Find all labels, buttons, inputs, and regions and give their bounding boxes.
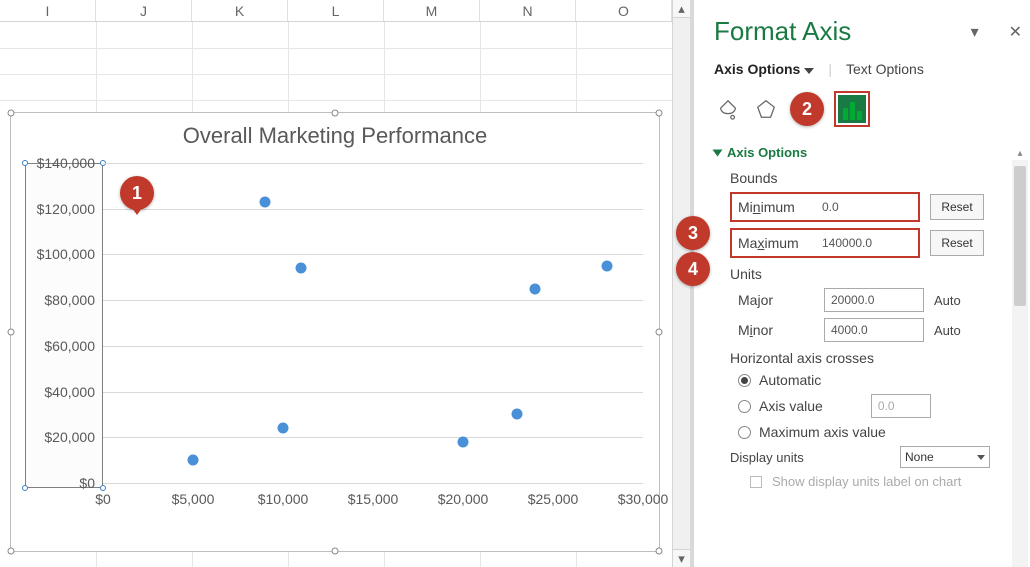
display-units-label: Display units (730, 450, 804, 465)
data-point[interactable] (512, 409, 523, 420)
axis-value-input[interactable] (871, 394, 931, 418)
y-tick-label: $120,000 (37, 201, 95, 217)
fill-line-icon[interactable] (714, 95, 742, 123)
haxis-crosses-label: Horizontal axis crosses (730, 350, 1020, 366)
reset-maximum-button[interactable]: Reset (930, 230, 984, 256)
x-tick-label: $5,000 (172, 491, 215, 507)
minor-auto: Auto (934, 323, 988, 338)
minor-input[interactable] (824, 318, 924, 342)
y-tick-label: $20,000 (44, 429, 95, 445)
scroll-up-icon[interactable]: ▴ (673, 0, 690, 18)
x-tick-label: $0 (95, 491, 111, 507)
annotation-1: 1 (120, 176, 154, 210)
radio-automatic[interactable]: Automatic (738, 372, 1020, 388)
radio-icon (738, 400, 751, 413)
data-point[interactable] (296, 263, 307, 274)
y-tick-label: $80,000 (44, 292, 95, 308)
chart-object[interactable]: Overall Marketing Performance $0$20,000$… (10, 112, 660, 552)
effects-icon[interactable] (752, 95, 780, 123)
pane-close-icon[interactable]: ✕ (1009, 22, 1022, 42)
data-point[interactable] (530, 283, 541, 294)
col-header[interactable]: K (192, 0, 288, 21)
display-units-select[interactable]: None (900, 446, 990, 468)
maximum-label: Maximum (734, 235, 816, 251)
y-tick-label: $60,000 (44, 338, 95, 354)
bounds-maximum-row: Maximum (730, 228, 920, 258)
radio-icon (738, 374, 751, 387)
y-tick-label: $100,000 (37, 246, 95, 262)
col-header[interactable]: O (576, 0, 672, 21)
y-tick-label: $40,000 (44, 384, 95, 400)
chart-title[interactable]: Overall Marketing Performance (11, 113, 659, 155)
section-axis-options[interactable]: Axis Options (714, 145, 1020, 160)
annotation-2: 2 (790, 92, 824, 126)
annotation-4: 4 (676, 252, 710, 286)
y-tick-label: $140,000 (37, 155, 95, 171)
plot-area[interactable]: $0$20,000$40,000$60,000$80,000$100,000$1… (103, 163, 643, 483)
minimum-input[interactable] (816, 195, 916, 219)
format-axis-pane: ▾ ✕ Format Axis Axis Options | Text Opti… (694, 0, 1030, 567)
col-header[interactable]: M (384, 0, 480, 21)
x-tick-label: $30,000 (618, 491, 669, 507)
annotation-3: 3 (676, 216, 710, 250)
col-header[interactable]: J (96, 0, 192, 21)
y-tick-label: $0 (79, 475, 95, 491)
pane-dropdown-icon[interactable]: ▾ (971, 22, 979, 42)
data-point[interactable] (602, 260, 613, 271)
tab-axis-options[interactable]: Axis Options (714, 61, 814, 77)
radio-max-axis-value[interactable]: Maximum axis value (738, 424, 1020, 440)
tab-text-options[interactable]: Text Options (846, 61, 924, 77)
column-headers: I J K L M N O (0, 0, 672, 22)
data-point[interactable] (278, 423, 289, 434)
radio-axis-value[interactable]: Axis value (738, 394, 1020, 418)
col-header[interactable]: L (288, 0, 384, 21)
x-tick-label: $25,000 (528, 491, 579, 507)
radio-icon (738, 426, 751, 439)
major-input[interactable] (824, 288, 924, 312)
data-point[interactable] (260, 196, 271, 207)
scroll-down-icon[interactable]: ▾ (673, 549, 690, 567)
bounds-minimum-row: Minimum (730, 192, 920, 222)
data-point[interactable] (458, 436, 469, 447)
col-header[interactable]: N (480, 0, 576, 21)
pane-vertical-scrollbar[interactable]: ▴ (1012, 160, 1028, 567)
minor-label: Minor (738, 322, 814, 338)
bounds-label: Bounds (730, 170, 1020, 186)
data-point[interactable] (188, 455, 199, 466)
show-units-label: Show display units label on chart (772, 474, 961, 489)
major-label: Major (738, 292, 814, 308)
col-header[interactable]: I (0, 0, 96, 21)
x-tick-label: $15,000 (348, 491, 399, 507)
show-units-checkbox (750, 476, 762, 488)
spreadsheet-area: I J K L M N O Overall Marketing Performa… (0, 0, 672, 567)
maximum-input[interactable] (816, 231, 916, 255)
units-label: Units (730, 266, 1020, 282)
reset-minimum-button[interactable]: Reset (930, 194, 984, 220)
x-tick-label: $10,000 (258, 491, 309, 507)
axis-options-icon[interactable] (834, 91, 870, 127)
minimum-label: Minimum (734, 199, 816, 215)
major-auto: Auto (934, 293, 988, 308)
x-tick-label: $20,000 (438, 491, 489, 507)
